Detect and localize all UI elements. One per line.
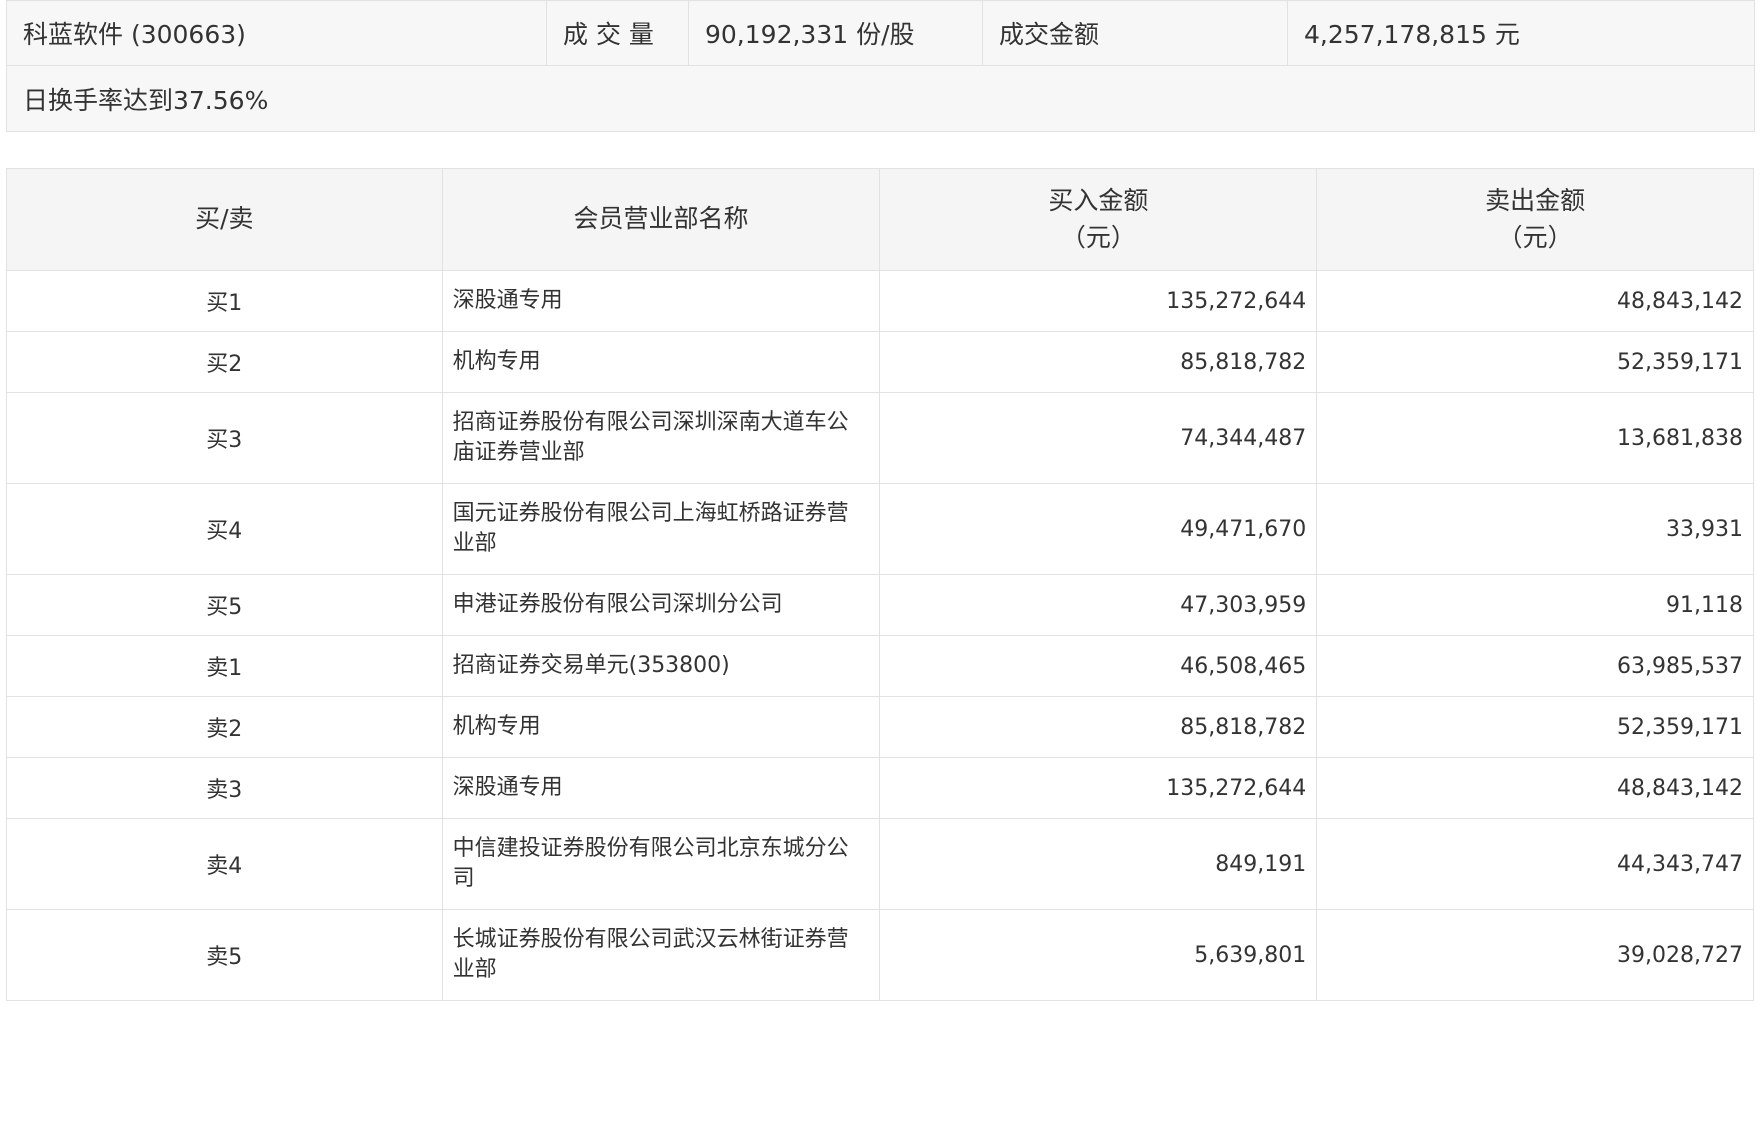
header-name: 会员营业部名称 xyxy=(441,168,881,271)
row-member-name: 招商证券交易单元(353800) xyxy=(441,635,881,697)
amount-label: 成交金额 xyxy=(982,0,1288,66)
volume-value: 90,192,331 份/股 xyxy=(688,0,983,66)
row-sell-amount: 44,343,747 xyxy=(1316,818,1754,910)
row-side: 买3 xyxy=(6,392,443,484)
table-body: 买1 深股通专用 135,272,644 48,843,142 买2 机构专用 85,818… xyxy=(6,270,1754,1001)
header-side: 买/卖 xyxy=(6,168,443,271)
row-sell-amount: 33,931 xyxy=(1316,483,1754,575)
row-sell-amount: 52,359,171 xyxy=(1316,696,1754,758)
table-row: 买5 申港证券股份有限公司深圳分公司 47,303,959 91,118 xyxy=(6,574,1754,636)
table-row: 买2 机构专用 85,818,782 52,359,171 xyxy=(6,331,1754,393)
summary-row: 科蓝软件 (300663) 成 交 量 90,192,331 份/股 成交金额 … xyxy=(6,0,1755,66)
row-side: 卖5 xyxy=(6,909,443,1001)
row-sell-amount: 13,681,838 xyxy=(1316,392,1754,484)
summary-table: 科蓝软件 (300663) 成 交 量 90,192,331 份/股 成交金额 … xyxy=(6,0,1755,132)
row-buy-amount: 135,272,644 xyxy=(879,270,1318,332)
row-sell-amount: 63,985,537 xyxy=(1316,635,1754,697)
row-side: 卖4 xyxy=(6,818,443,910)
row-member-name: 国元证券股份有限公司上海虹桥路证券营业部 xyxy=(441,483,881,575)
page: 科蓝软件 (300663) 成 交 量 90,192,331 份/股 成交金额 … xyxy=(0,0,1760,1130)
row-member-name: 深股通专用 xyxy=(441,270,881,332)
header-buy-amount: 买入金额 （元） xyxy=(879,168,1318,271)
table-row: 买3 招商证券股份有限公司深圳深南大道车公庙证券营业部 74,344,487 13,6… xyxy=(6,392,1754,484)
table-row: 买4 国元证券股份有限公司上海虹桥路证券营业部 49,471,670 33,931 xyxy=(6,483,1754,575)
table-row: 卖1 招商证券交易单元(353800) 46,508,465 63,985,537 xyxy=(6,635,1754,697)
row-member-name: 长城证券股份有限公司武汉云林街证券营业部 xyxy=(441,909,881,1001)
trading-detail-table: 买/卖 会员营业部名称 买入金额 （元） 卖出金额 （元） 买1 深股通专用 135… xyxy=(6,168,1754,1001)
row-member-name: 机构专用 xyxy=(441,331,881,393)
row-buy-amount: 46,508,465 xyxy=(879,635,1318,697)
row-member-name: 深股通专用 xyxy=(441,757,881,819)
header-sell-amount: 卖出金额 （元） xyxy=(1316,168,1754,271)
row-buy-amount: 5,639,801 xyxy=(879,909,1318,1001)
row-side: 买5 xyxy=(6,574,443,636)
row-sell-amount: 91,118 xyxy=(1316,574,1754,636)
row-buy-amount: 135,272,644 xyxy=(879,757,1318,819)
row-buy-amount: 85,818,782 xyxy=(879,331,1318,393)
row-side: 买2 xyxy=(6,331,443,393)
amount-value: 4,257,178,815 元 xyxy=(1287,0,1755,66)
row-sell-amount: 52,359,171 xyxy=(1316,331,1754,393)
row-member-name: 机构专用 xyxy=(441,696,881,758)
table-row: 卖4 中信建投证券股份有限公司北京东城分公司 849,191 44,343,747 xyxy=(6,818,1754,910)
table-row: 买1 深股通专用 135,272,644 48,843,142 xyxy=(6,270,1754,332)
row-side: 买4 xyxy=(6,483,443,575)
row-buy-amount: 47,303,959 xyxy=(879,574,1318,636)
row-member-name: 中信建投证券股份有限公司北京东城分公司 xyxy=(441,818,881,910)
row-side: 卖1 xyxy=(6,635,443,697)
table-row: 卖3 深股通专用 135,272,644 48,843,142 xyxy=(6,757,1754,819)
row-buy-amount: 74,344,487 xyxy=(879,392,1318,484)
row-sell-amount: 39,028,727 xyxy=(1316,909,1754,1001)
row-side: 卖3 xyxy=(6,757,443,819)
turnover-note: 日换手率达到37.56% xyxy=(6,65,1755,132)
row-buy-amount: 85,818,782 xyxy=(879,696,1318,758)
row-sell-amount: 48,843,142 xyxy=(1316,270,1754,332)
summary-note-row: 日换手率达到37.56% xyxy=(6,65,1755,132)
table-row: 卖5 长城证券股份有限公司武汉云林街证券营业部 5,639,801 39,028,72… xyxy=(6,909,1754,1001)
row-buy-amount: 849,191 xyxy=(879,818,1318,910)
row-side: 卖2 xyxy=(6,696,443,758)
volume-label: 成 交 量 xyxy=(546,0,689,66)
row-side: 买1 xyxy=(6,270,443,332)
table-row: 卖2 机构专用 85,818,782 52,359,171 xyxy=(6,696,1754,758)
stock-name: 科蓝软件 (300663) xyxy=(6,0,547,66)
row-member-name: 申港证券股份有限公司深圳分公司 xyxy=(441,574,881,636)
row-sell-amount: 48,843,142 xyxy=(1316,757,1754,819)
table-header-row: 买/卖 会员营业部名称 买入金额 （元） 卖出金额 （元） xyxy=(6,168,1754,271)
row-member-name: 招商证券股份有限公司深圳深南大道车公庙证券营业部 xyxy=(441,392,881,484)
row-buy-amount: 49,471,670 xyxy=(879,483,1318,575)
